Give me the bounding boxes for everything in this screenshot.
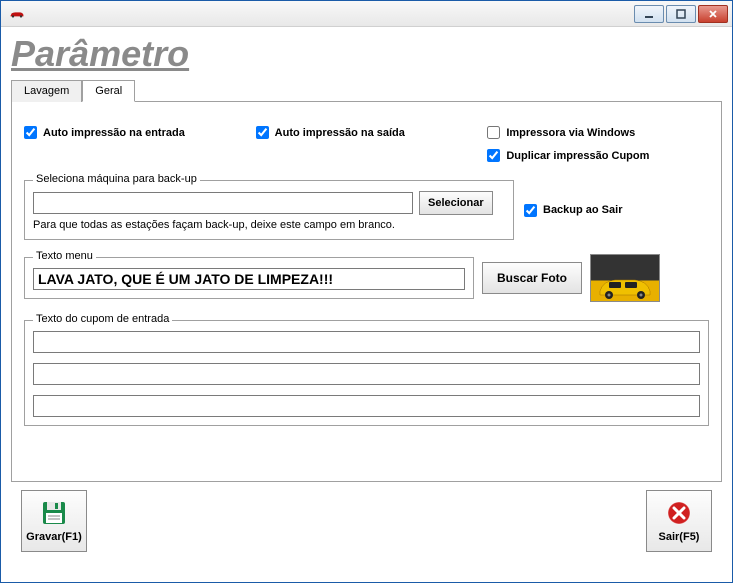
legend-texto-menu: Texto menu	[33, 250, 96, 262]
label-sair: Sair(F5)	[659, 531, 700, 543]
footer: Gravar(F1) Sair(F5)	[11, 482, 722, 560]
hint-backup: Para que todas as estações façam back-up…	[33, 219, 505, 231]
checkbox-auto-saida[interactable]	[256, 126, 269, 139]
photo-thumbnail	[590, 254, 660, 302]
save-icon	[40, 499, 68, 527]
label-imp-windows: Impressora via Windows	[506, 127, 635, 139]
page-title: Parâmetro	[11, 33, 722, 75]
legend-cupom: Texto do cupom de entrada	[33, 313, 172, 325]
tab-lavagem[interactable]: Lavagem	[11, 80, 82, 102]
titlebar	[1, 1, 732, 27]
input-texto-menu[interactable]	[33, 268, 465, 290]
fieldset-texto-menu: Texto menu	[24, 257, 474, 299]
input-cupom-line2[interactable]	[33, 363, 700, 385]
label-dup-cupom: Duplicar impressão Cupom	[506, 150, 649, 162]
app-icon	[9, 9, 25, 19]
input-cupom-line3[interactable]	[33, 395, 700, 417]
fieldset-backup: Seleciona máquina para back-up Seleciona…	[24, 180, 514, 240]
close-button[interactable]	[698, 5, 728, 23]
button-gravar[interactable]: Gravar(F1)	[21, 490, 87, 552]
checkbox-dup-cupom[interactable]	[487, 149, 500, 162]
button-selecionar[interactable]: Selecionar	[419, 191, 493, 215]
fieldset-cupom: Texto do cupom de entrada	[24, 320, 709, 426]
tab-panel-geral: Auto impressão na entrada Auto impressão…	[11, 102, 722, 482]
button-sair[interactable]: Sair(F5)	[646, 490, 712, 552]
maximize-button[interactable]	[666, 5, 696, 23]
checkbox-backup-sair[interactable]	[524, 204, 537, 217]
car-icon	[595, 273, 655, 299]
tab-geral[interactable]: Geral	[82, 80, 135, 102]
minimize-button[interactable]	[634, 5, 664, 23]
label-backup-sair: Backup ao Sair	[543, 204, 622, 216]
tab-strip: Lavagem Geral	[11, 79, 722, 102]
input-cupom-line1[interactable]	[33, 331, 700, 353]
exit-icon	[665, 499, 693, 527]
label-auto-entrada: Auto impressão na entrada	[43, 127, 185, 139]
label-gravar: Gravar(F1)	[26, 531, 82, 543]
window-controls	[634, 5, 728, 23]
label-auto-saida: Auto impressão na saída	[275, 127, 405, 139]
button-buscar-foto[interactable]: Buscar Foto	[482, 262, 582, 294]
checkbox-imp-windows[interactable]	[487, 126, 500, 139]
checkbox-auto-entrada[interactable]	[24, 126, 37, 139]
legend-backup: Seleciona máquina para back-up	[33, 173, 200, 185]
input-backup-machine[interactable]	[33, 192, 413, 214]
